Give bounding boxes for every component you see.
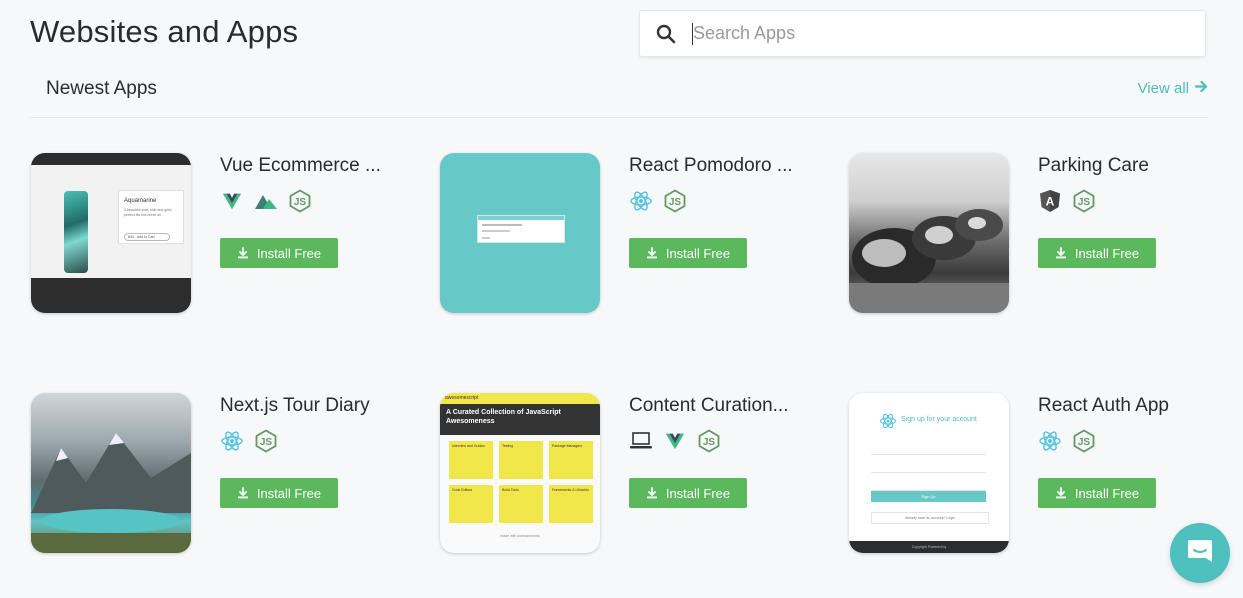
thumb-add-to-cart: Add to Cart [136, 235, 155, 239]
download-icon [646, 487, 658, 499]
view-all-label: View all [1137, 80, 1189, 97]
install-button[interactable]: Install Free [1038, 238, 1156, 268]
nuxt-icon [254, 189, 278, 213]
react-icon [220, 429, 244, 453]
javascript-icon [288, 189, 312, 213]
vue-icon [663, 429, 687, 453]
react-icon [1038, 429, 1062, 453]
app-name[interactable]: Next.js Tour Diary [220, 395, 390, 417]
angular-icon [1038, 189, 1062, 213]
arrow-right-icon [1194, 80, 1208, 97]
tech-stack [220, 428, 278, 454]
thumb-tile: Package Managers [549, 441, 593, 479]
tech-stack [629, 428, 721, 454]
app-card[interactable]: Sign up for your account Sign Up Already… [849, 393, 1229, 555]
thumb-tile: Build Tools [499, 485, 543, 523]
page-title: Websites and Apps [30, 14, 299, 49]
thumb-product-desc: A beautiful shirt, bold and grea, perfec… [124, 208, 173, 217]
thumb-tile: Interview and Guides [449, 441, 493, 479]
app-thumbnail[interactable] [849, 153, 1009, 313]
tech-stack [1038, 428, 1096, 454]
app-thumbnail[interactable]: awesomescript A Curated Collection of Ja… [440, 393, 600, 553]
chat-launcher-button[interactable] [1170, 523, 1230, 583]
app-thumbnail[interactable] [31, 393, 191, 553]
download-icon [646, 247, 658, 259]
install-label: Install Free [256, 485, 322, 501]
app-card[interactable]: Parking Care Install Free [849, 153, 1229, 315]
app-card[interactable]: awesomescript A Curated Collection of Ja… [440, 393, 820, 555]
app-thumbnail[interactable]: Aquamarine A beautiful shirt, bold and g… [31, 153, 191, 313]
install-label: Install Free [256, 245, 322, 261]
install-button[interactable]: Install Free [220, 478, 338, 508]
thumb-headline: A Curated Collection of JavaScript Aweso… [446, 409, 561, 425]
thumb-product-title: Aquamarine [124, 198, 157, 204]
view-all-link[interactable]: View all [1138, 80, 1208, 97]
javascript-icon [1072, 189, 1096, 213]
app-name[interactable]: React Pomodoro ... [629, 155, 799, 177]
app-card[interactable]: Aquamarine A beautiful shirt, bold and g… [31, 153, 411, 315]
thumb-heading: Sign up for your account [901, 416, 977, 423]
app-thumbnail[interactable] [440, 153, 600, 313]
install-button[interactable]: Install Free [629, 478, 747, 508]
download-icon [237, 487, 249, 499]
tech-stack [220, 188, 312, 214]
install-label: Install Free [1074, 245, 1140, 261]
thumb-tile: Code Editors [449, 485, 493, 523]
app-name[interactable]: Parking Care [1038, 155, 1208, 177]
install-label: Install Free [1074, 485, 1140, 501]
download-icon [1055, 247, 1067, 259]
cars-illustration [849, 209, 1009, 313]
thumb-login-prompt: Already have an account? Login [871, 512, 989, 524]
laptop-icon [629, 429, 653, 453]
thumb-footer: made with awesomeness [500, 534, 540, 538]
search-icon [640, 24, 692, 44]
tech-stack [1038, 188, 1096, 214]
thumb-tile: Frameworks & Libraries [549, 485, 593, 523]
install-button[interactable]: Install Free [629, 238, 747, 268]
mountain-illustration [31, 433, 191, 553]
thumb-footer: Copyright Powered by [849, 541, 1009, 553]
app-name[interactable]: React Auth App [1038, 395, 1208, 417]
section-header: Newest Apps View all [30, 70, 1208, 118]
thumb-submit: Sign Up [871, 491, 986, 502]
thumb-tile: Testing [499, 441, 543, 479]
app-name[interactable]: Vue Ecommerce ... [220, 155, 390, 177]
search-bar[interactable] [639, 10, 1206, 57]
vue-icon [220, 189, 244, 213]
app-card[interactable]: Next.js Tour Diary Install Free [31, 393, 411, 555]
download-icon [237, 247, 249, 259]
thumb-banner: awesomescript [445, 395, 479, 401]
app-name[interactable]: Content Curation... [629, 395, 799, 417]
download-icon [1055, 487, 1067, 499]
chat-icon [1186, 537, 1214, 570]
install-button[interactable]: Install Free [220, 238, 338, 268]
search-input[interactable] [692, 22, 1205, 45]
javascript-icon [663, 189, 687, 213]
react-icon [629, 189, 653, 213]
install-label: Install Free [665, 245, 731, 261]
install-button[interactable]: Install Free [1038, 478, 1156, 508]
install-label: Install Free [665, 485, 731, 501]
thumb-price: $43 [128, 235, 134, 239]
tech-stack [629, 188, 687, 214]
section-title: Newest Apps [46, 78, 157, 99]
react-logo-thumb [879, 412, 897, 430]
app-thumbnail[interactable]: Sign up for your account Sign Up Already… [849, 393, 1009, 553]
javascript-icon [254, 429, 278, 453]
javascript-icon [1072, 429, 1096, 453]
javascript-icon [697, 429, 721, 453]
app-card[interactable]: React Pomodoro ... Install Free [440, 153, 820, 315]
